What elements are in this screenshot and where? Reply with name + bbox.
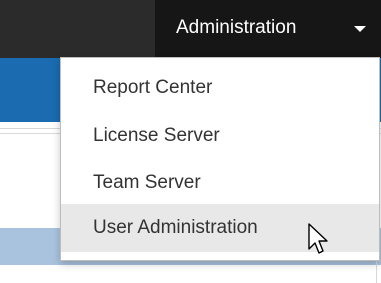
menu-item-user-administration[interactable]: User Administration: [61, 204, 379, 252]
administration-dropdown-menu: Report Center License Server Team Server…: [60, 57, 380, 261]
menu-item-report-center[interactable]: Report Center: [61, 64, 379, 112]
caret-down-icon: [354, 26, 366, 32]
app-window: Administration Report Center License Ser…: [0, 0, 381, 283]
administration-menu-button[interactable]: Administration: [155, 0, 381, 58]
content-area: [0, 265, 381, 283]
menu-item-license-server[interactable]: License Server: [61, 112, 379, 160]
administration-label: Administration: [176, 17, 297, 38]
menu-item-team-server[interactable]: Team Server: [61, 159, 379, 207]
